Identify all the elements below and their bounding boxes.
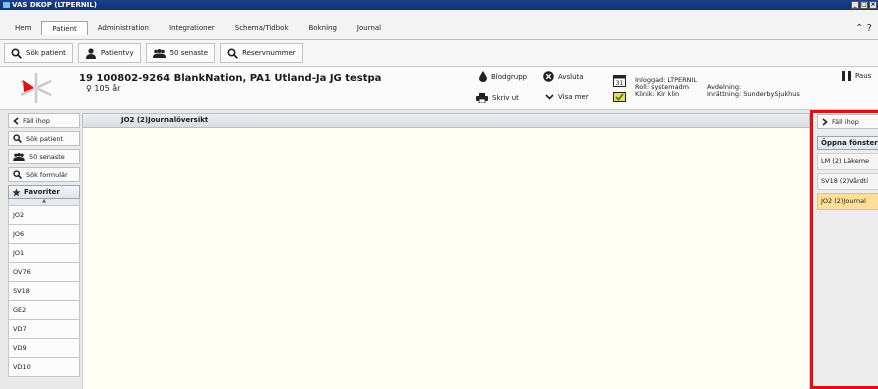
patient-view-button[interactable]: Patientvy [77,43,141,63]
person-icon [85,47,96,59]
app-logo-icon [3,2,10,8]
minimize-icon[interactable]: _ [851,1,859,9]
search-form-button[interactable]: Sök formulär [8,167,80,182]
patient-view-label: Patientvy [100,49,134,57]
menu-bar: Hem Patient Administration Integrationer… [0,10,878,40]
mail-check-icon[interactable] [613,92,626,102]
search-icon [227,47,239,59]
chevron-left-icon [13,116,19,125]
show-more-label: Visa mer [558,93,589,101]
favorite-item-jo2[interactable]: JO2 [8,206,80,225]
patient-bar: 19 100802-9264 BlankNation, PA1 Utland-J… [0,67,878,110]
patient-age: ♀ 105 år [86,84,121,93]
open-window-item[interactable]: SV18 (2)Vårdti [817,173,878,190]
content-header: JO2 (2)Journalöversikt [82,113,810,128]
tab-schema-tidbok[interactable]: Schema/Tidbok [225,21,299,35]
patient-warning-icon[interactable] [14,72,58,104]
reserve-number-button[interactable]: Reservnummer [220,43,303,63]
favorites-label: Favoriter [24,188,60,196]
toolbar: Sök patient Patientvy 50 senaste Reservn… [0,40,878,67]
calendar-icon[interactable]: 31 [613,74,626,87]
title-bar: VAS DKOP (LTPERNIL) _ □ × [0,0,878,10]
favorites-scroll-up-icon[interactable]: ▲ [8,199,80,206]
tab-hem[interactable]: Hem [5,21,41,35]
open-windows-header: Öppna fönster [817,136,878,150]
search-icon [13,134,22,143]
search-patient-button[interactable]: Sök patient [4,43,73,63]
favorite-item-vd10[interactable]: VD10 [8,358,80,377]
blood-group-button[interactable]: Blodgrupp [479,71,527,82]
print-button[interactable]: Skriv ut [476,93,519,103]
latest-50-button[interactable]: 50 senaste [145,43,216,63]
printer-icon [476,93,488,103]
group-icon [13,152,25,161]
left-latest-50-label: 50 senaste [29,152,65,161]
favorite-item-vd9[interactable]: VD9 [8,339,80,358]
tab-journal[interactable]: Journal [347,21,391,35]
collapse-left-label: Fäll ihop [23,116,50,125]
maximize-icon[interactable]: □ [860,1,868,9]
close-patient-label: Avsluta [558,72,584,81]
collapse-left-button[interactable]: Fäll ihop [8,113,80,128]
blood-drop-icon [479,71,487,82]
star-icon [12,187,21,196]
search-icon [13,170,22,179]
open-window-item[interactable]: LM (2) Läkeme [817,153,878,170]
favorite-item-ge2[interactable]: GE2 [8,301,80,320]
user-clinic: Klinik: Kir klin [635,90,680,98]
tab-patient[interactable]: Patient [41,21,88,35]
favorites-header[interactable]: Favoriter [8,185,80,199]
right-panel: Fäll ihop Öppna fönster LM (2) Läkeme SV… [810,110,878,389]
content-title: JO2 (2)Journalöversikt [121,116,209,124]
favorite-item-ov76[interactable]: OV76 [8,263,80,282]
favorite-item-jo6[interactable]: JO6 [8,225,80,244]
collapse-right-button[interactable]: Fäll ihop [817,114,878,129]
favorite-item-jo1[interactable]: JO1 [8,244,80,263]
show-more-button[interactable]: Visa mer [545,93,589,101]
close-circle-icon [543,71,554,82]
pause-icon [842,71,851,81]
search-form-label: Sök formulär [26,170,68,179]
patient-name[interactable]: 19 100802-9264 BlankNation, PA1 Utland-J… [79,73,381,84]
chevron-right-icon [822,117,828,126]
collapse-right-label: Fäll ihop [832,117,859,126]
blood-group-label: Blodgrupp [491,72,528,81]
reserve-number-label: Reservnummer [242,49,296,57]
close-patient-button[interactable]: Avsluta [543,71,584,82]
window-title: VAS DKOP (LTPERNIL) [12,1,97,9]
print-label: Skriv ut [492,94,519,102]
pause-button[interactable]: Paus [842,71,871,81]
collapse-ribbon-icon[interactable]: ⌃ ? [855,23,872,34]
open-window-item-active[interactable]: JO2 (2)Journal [817,193,878,210]
user-facility: Inrättning: SunderbySjukhus [707,90,800,98]
window-controls: _ □ × [851,1,877,9]
favorite-item-vd7[interactable]: VD7 [8,320,80,339]
pause-label: Paus [855,72,872,80]
journal-overview-area[interactable] [82,128,810,389]
close-window-icon[interactable]: × [869,1,877,9]
chevron-down-icon [545,94,554,100]
group-icon [152,48,166,58]
latest-50-label: 50 senaste [169,49,209,57]
left-panel: Fäll ihop Sök patient 50 senaste Sök for… [8,113,80,389]
left-search-patient-label: Sök patient [26,134,64,143]
left-latest-50-button[interactable]: 50 senaste [8,149,80,164]
svg-text:31: 31 [616,80,624,87]
search-patient-label: Sök patient [26,49,66,57]
tab-administration[interactable]: Administration [88,21,159,35]
tab-integrationer[interactable]: Integrationer [159,21,225,35]
favorite-item-sv18[interactable]: SV18 [8,282,80,301]
favorites-list: JO2 JO6 JO1 OV76 SV18 GE2 VD7 VD9 VD10 [8,206,80,377]
tab-bokning[interactable]: Bokning [299,21,347,35]
main-tabs: Hem Patient Administration Integrationer… [5,21,391,35]
search-icon [11,47,22,59]
left-search-patient-button[interactable]: Sök patient [8,131,80,146]
